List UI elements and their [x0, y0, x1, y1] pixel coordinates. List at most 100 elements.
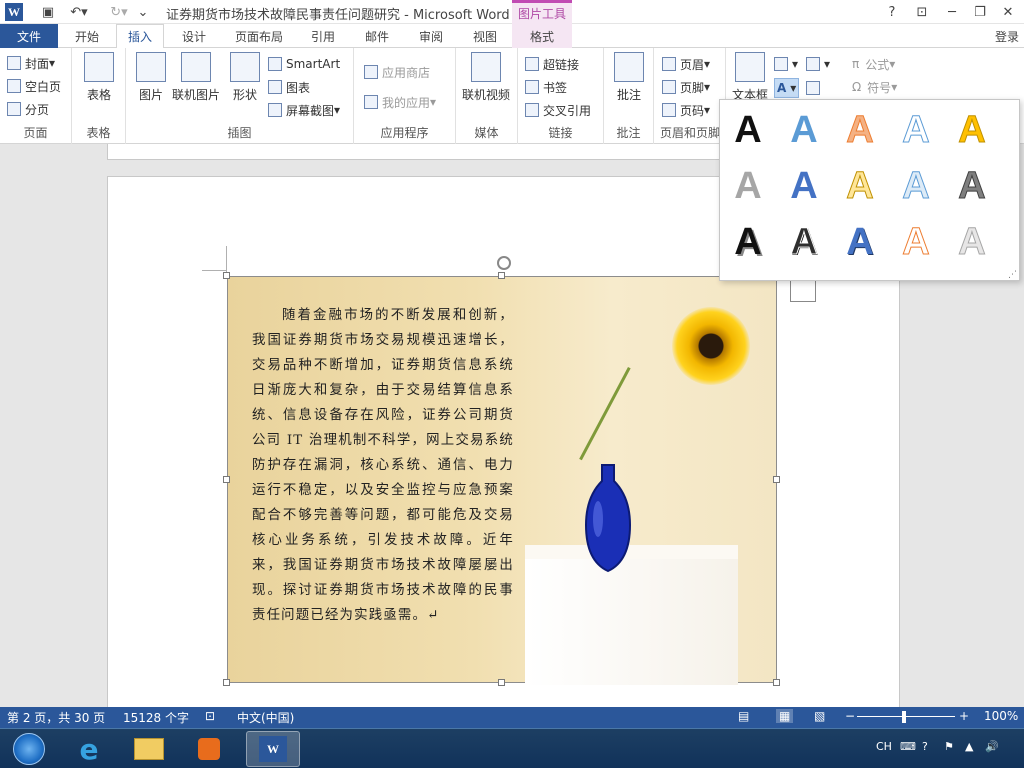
zoom-level[interactable]: 100% [984, 709, 1018, 723]
tab-page-layout[interactable]: 页面布局 [224, 24, 294, 48]
show-hidden-icons[interactable]: ▲ [965, 740, 973, 753]
wordart-style-15[interactable]: A [950, 220, 994, 264]
page-number-button[interactable]: 页码 ▾ [662, 100, 710, 120]
textbox-button[interactable]: 文本框 [732, 52, 768, 103]
wordart-style-3[interactable]: A [838, 108, 882, 152]
flower-stem [579, 367, 631, 461]
print-layout-icon[interactable]: ▦ [776, 709, 794, 723]
tab-references[interactable]: 引用 [298, 24, 348, 48]
cross-reference-button[interactable]: 交叉引用 [525, 100, 591, 120]
smartart-icon [268, 57, 282, 71]
rotate-handle[interactable] [497, 256, 511, 270]
bookmark-button[interactable]: 书签 [525, 77, 567, 97]
table-button[interactable]: 表格 [84, 52, 114, 103]
wordart-style-8[interactable]: A [838, 164, 882, 208]
read-mode-icon[interactable]: ▤ [738, 709, 749, 723]
web-layout-icon[interactable]: ▧ [814, 709, 825, 723]
screenshot-button[interactable]: 屏幕截图 ▾ [268, 100, 340, 120]
redo-icon[interactable]: ↻▾ [106, 2, 132, 22]
word-count[interactable]: 15128 个字 [123, 709, 189, 726]
chart-icon [268, 80, 282, 94]
proofing-icon[interactable]: ⊡ [205, 709, 215, 723]
wordart-style-2[interactable]: A [782, 108, 826, 152]
header-button[interactable]: 页眉 ▾ [662, 54, 710, 74]
media-player-icon[interactable] [182, 731, 236, 767]
wordart-style-13[interactable]: A [838, 220, 882, 264]
file-explorer-icon[interactable] [122, 731, 176, 767]
app-store-button[interactable]: 应用商店 [364, 62, 430, 82]
footer-button[interactable]: 页脚 ▾ [662, 77, 710, 97]
tab-mailings[interactable]: 邮件 [352, 24, 402, 48]
online-video-button[interactable]: 联机视频 [462, 52, 510, 103]
tab-format[interactable]: 格式 [512, 24, 572, 48]
hyperlink-button[interactable]: 超链接 [525, 54, 579, 74]
wordart-style-5[interactable]: A [950, 108, 994, 152]
network-icon[interactable]: ⚑ [944, 740, 954, 753]
quick-access-more-icon[interactable]: ⌄ [136, 2, 150, 22]
my-apps-button[interactable]: 我的应用 ▾ [364, 92, 436, 112]
wordart-button[interactable]: A ▾ [774, 78, 800, 98]
internet-explorer-icon[interactable]: e [62, 731, 116, 767]
tab-insert[interactable]: 插入 [116, 24, 164, 49]
zoom-out-icon[interactable]: − [845, 709, 855, 723]
word-app-icon[interactable]: W [5, 3, 23, 21]
undo-icon[interactable]: ↶▾ [66, 2, 92, 22]
wordart-style-11[interactable]: A [726, 220, 770, 264]
resize-handle[interactable] [773, 679, 780, 686]
page-break-button[interactable]: 分页 [7, 99, 49, 119]
wordart-style-6[interactable]: A [726, 164, 770, 208]
wordart-style-10[interactable]: A [950, 164, 994, 208]
keyboard-icon[interactable]: ⌨ [900, 740, 916, 753]
save-icon[interactable]: ▣ [38, 2, 58, 22]
online-picture-button[interactable]: 联机图片 [172, 52, 220, 103]
selected-picture[interactable]: 随着金融市场的不断发展和创新，我国证券期货市场交易规模迅速增长，交易品种不断增加… [227, 276, 777, 685]
resize-handle[interactable] [223, 272, 230, 279]
wordart-style-9[interactable]: A [894, 164, 938, 208]
tab-design[interactable]: 设计 [168, 24, 220, 48]
wordart-style-14[interactable]: A [894, 220, 938, 264]
resize-handle[interactable] [223, 679, 230, 686]
tab-home[interactable]: 开始 [62, 24, 112, 48]
restore-icon[interactable]: ❐ [968, 2, 992, 22]
tab-view[interactable]: 视图 [460, 24, 510, 48]
resize-handle[interactable] [498, 272, 505, 279]
help-tray-icon[interactable]: ? [922, 740, 928, 753]
comment-button[interactable]: 批注 [614, 52, 644, 103]
tab-file[interactable]: 文件 [0, 24, 58, 48]
cover-page-button[interactable]: 封面 ▾ [7, 53, 55, 73]
layout-options-icon[interactable] [790, 280, 816, 302]
symbol-button[interactable]: Ω 符号 ▾ [852, 77, 897, 97]
blank-page-button[interactable]: 空白页 [7, 76, 61, 96]
resize-handle[interactable] [498, 679, 505, 686]
smartart-button[interactable]: SmartArt [268, 54, 340, 74]
ribbon-display-options-icon[interactable]: ⊡ [910, 2, 934, 22]
word-taskbar-icon[interactable]: W [246, 731, 300, 767]
equation-button[interactable]: π 公式 ▾ [852, 54, 895, 74]
quick-parts-button[interactable]: ▾ [774, 54, 798, 74]
wordart-style-7[interactable]: A [782, 164, 826, 208]
tab-review[interactable]: 审阅 [406, 24, 456, 48]
wordart-style-12[interactable]: A [782, 220, 826, 264]
start-button[interactable] [2, 731, 56, 767]
picture-button[interactable]: 图片 [136, 52, 166, 103]
resize-handle[interactable] [773, 476, 780, 483]
login-link[interactable]: 登录 [990, 24, 1024, 48]
help-icon[interactable]: ? [880, 2, 904, 22]
minimize-icon[interactable]: ─ [940, 2, 964, 22]
chart-button[interactable]: 图表 [268, 77, 310, 97]
page-indicator[interactable]: 第 2 页，共 30 页 [7, 709, 105, 726]
zoom-slider[interactable] [857, 716, 955, 717]
ime-indicator[interactable]: CH [876, 740, 892, 753]
object-button[interactable] [806, 78, 824, 98]
resize-handle[interactable] [223, 476, 230, 483]
volume-icon[interactable]: 🔊 [985, 740, 999, 753]
close-icon[interactable]: ✕ [996, 2, 1020, 22]
signature-line-button[interactable]: ▾ [806, 54, 830, 74]
language-indicator[interactable]: 中文(中国) [237, 709, 294, 726]
wordart-style-4[interactable]: A [894, 108, 938, 152]
zoom-in-icon[interactable]: + [959, 709, 969, 723]
zoom-slider-thumb[interactable] [902, 711, 906, 723]
wordart-style-1[interactable]: A [726, 108, 770, 152]
resize-grip-icon[interactable]: ⋰ [1008, 270, 1017, 280]
shapes-button[interactable]: 形状 [230, 52, 260, 103]
